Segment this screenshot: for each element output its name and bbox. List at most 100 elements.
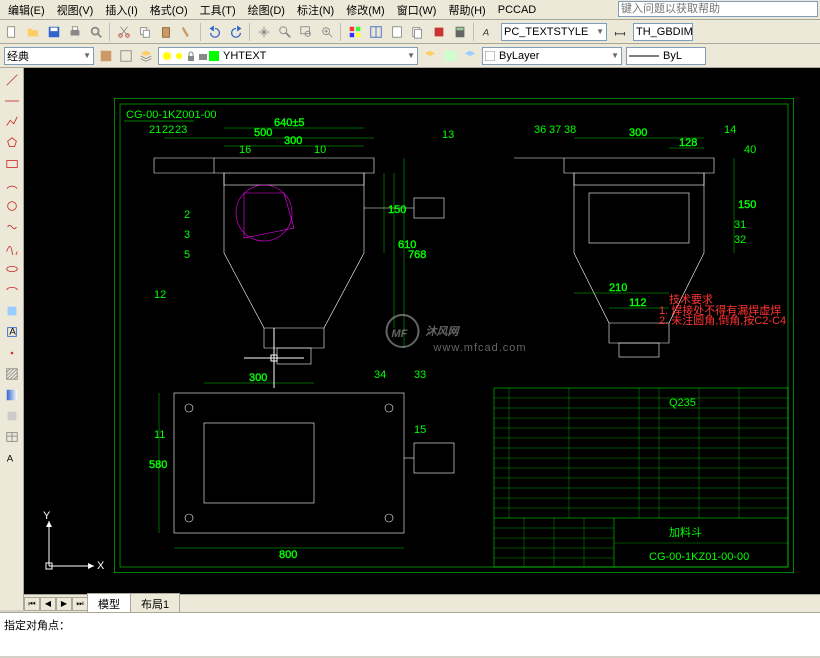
dimstyle-icon[interactable] bbox=[610, 22, 630, 42]
style-icon1[interactable] bbox=[96, 46, 116, 66]
menu-tools[interactable]: 工具(T) bbox=[194, 0, 242, 20]
layer-manager-icon[interactable] bbox=[136, 46, 156, 66]
rectangle-icon[interactable] bbox=[2, 154, 22, 174]
zoom-realtime-icon[interactable] bbox=[275, 22, 295, 42]
svg-text:CG-00-1KZ001-00: CG-00-1KZ001-00 bbox=[126, 109, 217, 121]
hatch-icon[interactable] bbox=[2, 364, 22, 384]
insert-block-icon[interactable] bbox=[2, 301, 22, 321]
zoom-window-icon[interactable] bbox=[296, 22, 316, 42]
menu-draw[interactable]: 绘图(D) bbox=[242, 0, 291, 20]
region-icon[interactable] bbox=[2, 406, 22, 426]
menu-edit[interactable]: 编辑(E) bbox=[2, 0, 51, 20]
open-icon[interactable] bbox=[23, 22, 43, 42]
style-combo[interactable]: 经典▼ bbox=[4, 47, 94, 65]
print-icon[interactable] bbox=[65, 22, 85, 42]
svg-text:3: 3 bbox=[184, 229, 190, 241]
gradient-icon[interactable] bbox=[2, 385, 22, 405]
layout-tabs: ⏮ ◀ ▶ ⏭ 模型 布局1 bbox=[24, 594, 820, 612]
mtext-icon[interactable]: A bbox=[2, 448, 22, 468]
svg-text:A: A bbox=[9, 327, 16, 338]
redo-icon[interactable] bbox=[226, 22, 246, 42]
ellipse-icon[interactable] bbox=[2, 259, 22, 279]
tab-layout1[interactable]: 布局1 bbox=[130, 593, 180, 614]
color-combo[interactable]: ByLayer▼ bbox=[482, 47, 622, 65]
svg-text:210: 210 bbox=[609, 282, 627, 294]
tab-model[interactable]: 模型 bbox=[87, 593, 131, 614]
menu-modify[interactable]: 修改(M) bbox=[340, 0, 391, 20]
markup-icon[interactable] bbox=[429, 22, 449, 42]
line-icon[interactable] bbox=[2, 70, 22, 90]
tab-prev-icon[interactable]: ◀ bbox=[40, 597, 56, 611]
lock-icon bbox=[185, 50, 197, 62]
menu-annotate[interactable]: 标注(N) bbox=[291, 0, 340, 20]
layer-prev-icon[interactable] bbox=[420, 46, 440, 66]
menu-window[interactable]: 窗口(W) bbox=[391, 0, 443, 20]
xline-icon[interactable] bbox=[2, 91, 22, 111]
command-line[interactable]: 指定对角点： bbox=[0, 612, 820, 656]
svg-text:37: 37 bbox=[549, 124, 561, 136]
toolpalettes-icon[interactable] bbox=[387, 22, 407, 42]
svg-text:40: 40 bbox=[744, 144, 756, 156]
svg-text:加料斗: 加料斗 bbox=[669, 525, 702, 539]
dimstyle-combo[interactable]: TH_GBDIM bbox=[633, 23, 693, 41]
svg-text:610: 610 bbox=[398, 239, 416, 251]
style-icon2[interactable] bbox=[116, 46, 136, 66]
menu-pccad[interactable]: PCCAD bbox=[492, 2, 543, 18]
tab-first-icon[interactable]: ⏮ bbox=[24, 597, 40, 611]
new-icon[interactable] bbox=[2, 22, 22, 42]
sun-icon bbox=[173, 50, 185, 62]
spline-icon[interactable] bbox=[2, 238, 22, 258]
drawing-canvas[interactable]: CG-00-1KZ001-00 500 300 640±5 768 610 15… bbox=[24, 68, 820, 594]
svg-text:150: 150 bbox=[738, 199, 756, 211]
color-swatch-icon bbox=[485, 51, 495, 61]
paste-icon[interactable] bbox=[156, 22, 176, 42]
copy-icon[interactable] bbox=[135, 22, 155, 42]
polygon-icon[interactable] bbox=[2, 133, 22, 153]
cut-icon[interactable] bbox=[114, 22, 134, 42]
standard-toolbar: A PC_TEXTSTYLE▼ TH_GBDIM bbox=[0, 20, 820, 44]
calc-icon[interactable] bbox=[450, 22, 470, 42]
match-icon[interactable] bbox=[177, 22, 197, 42]
ellipse-arc-icon[interactable] bbox=[2, 280, 22, 300]
svg-text:300: 300 bbox=[629, 127, 647, 139]
sheetset-icon[interactable] bbox=[408, 22, 428, 42]
svg-text:32: 32 bbox=[734, 234, 746, 246]
tab-next-icon[interactable]: ▶ bbox=[56, 597, 72, 611]
textstyle-combo[interactable]: PC_TEXTSTYLE▼ bbox=[501, 23, 607, 41]
color-value: ByLayer bbox=[499, 50, 539, 62]
layer-color-icon bbox=[209, 51, 219, 61]
properties-icon[interactable] bbox=[345, 22, 365, 42]
revcloud-icon[interactable] bbox=[2, 217, 22, 237]
svg-text:300: 300 bbox=[249, 372, 267, 384]
preview-icon[interactable] bbox=[86, 22, 106, 42]
cad-drawing: CG-00-1KZ001-00 500 300 640±5 768 610 15… bbox=[114, 98, 794, 573]
pline-icon[interactable] bbox=[2, 112, 22, 132]
linetype-combo[interactable]: ByL bbox=[626, 47, 706, 65]
linetype-preview-icon bbox=[629, 55, 659, 57]
layer-name: YHTEXT bbox=[223, 50, 266, 62]
make-block-icon[interactable]: A bbox=[2, 322, 22, 342]
arc-icon[interactable] bbox=[2, 175, 22, 195]
textstyle-icon[interactable]: A bbox=[478, 22, 498, 42]
table-icon[interactable] bbox=[2, 427, 22, 447]
circle-icon[interactable] bbox=[2, 196, 22, 216]
layer-iso-icon[interactable] bbox=[460, 46, 480, 66]
menu-format[interactable]: 格式(O) bbox=[144, 0, 194, 20]
menu-help[interactable]: 帮助(H) bbox=[442, 0, 491, 20]
undo-icon[interactable] bbox=[205, 22, 225, 42]
tab-last-icon[interactable]: ⏭ bbox=[72, 597, 88, 611]
menu-insert[interactable]: 插入(I) bbox=[99, 0, 143, 20]
svg-text:X: X bbox=[97, 560, 105, 572]
svg-text:150: 150 bbox=[388, 204, 406, 216]
help-search-input[interactable] bbox=[618, 1, 818, 17]
save-icon[interactable] bbox=[44, 22, 64, 42]
menu-view[interactable]: 视图(V) bbox=[51, 0, 100, 20]
pan-icon[interactable] bbox=[254, 22, 274, 42]
point-icon[interactable] bbox=[2, 343, 22, 363]
layer-state-icon[interactable] bbox=[440, 46, 460, 66]
svg-text:16: 16 bbox=[239, 144, 251, 156]
layer-combo[interactable]: YHTEXT▼ bbox=[158, 47, 418, 65]
zoom-prev-icon[interactable] bbox=[317, 22, 337, 42]
command-prompt: 指定对角点： bbox=[4, 617, 816, 633]
designcenter-icon[interactable] bbox=[366, 22, 386, 42]
